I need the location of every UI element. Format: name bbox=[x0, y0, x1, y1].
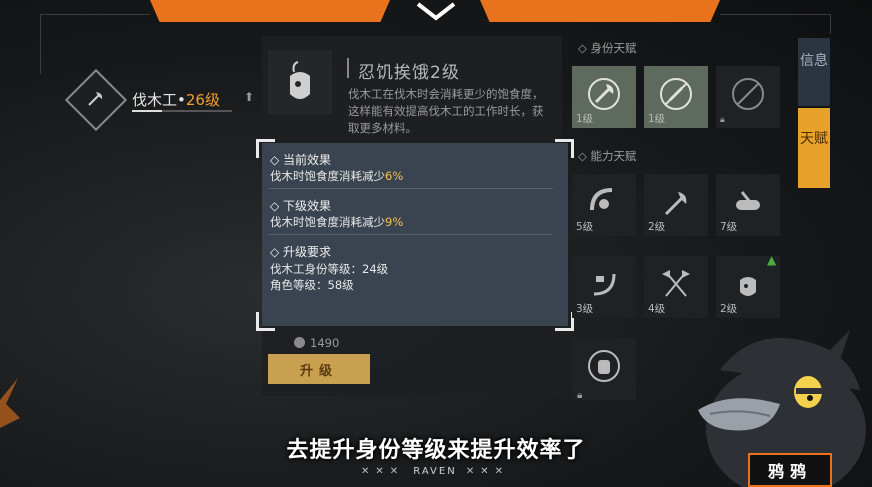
ability-talent-4[interactable]: 3级 bbox=[572, 256, 636, 318]
crossed-axes-icon bbox=[662, 270, 690, 297]
divider bbox=[268, 188, 553, 189]
locked-talent-icon bbox=[732, 78, 764, 110]
talent-level: 2级 bbox=[720, 303, 738, 315]
watermark-text: RAVEN bbox=[413, 466, 457, 477]
lock-icon: 🔒︎ bbox=[577, 390, 583, 401]
talent-level: 3级 bbox=[576, 303, 594, 315]
character-level: 26级 bbox=[185, 91, 220, 109]
skill-icon bbox=[268, 50, 332, 114]
fist-icon bbox=[588, 350, 620, 382]
next-effect-text: 伐木时饱食度消耗减少9% bbox=[270, 214, 403, 230]
character-name: 伐木工 bbox=[132, 91, 178, 109]
frame-line bbox=[720, 14, 830, 15]
focus-corner bbox=[555, 139, 574, 158]
ability-talents-label: ◇ 能力天赋 bbox=[578, 149, 637, 163]
arrow-up-icon: ⬆ bbox=[244, 90, 255, 104]
axe-restrict-icon bbox=[660, 78, 692, 110]
level-progress-bar bbox=[132, 110, 232, 112]
next-effect-header: ◇ 下级效果 bbox=[270, 199, 332, 213]
hunger-icon bbox=[290, 61, 310, 99]
hunger-icon bbox=[740, 277, 756, 296]
swing-icon bbox=[590, 188, 613, 211]
skill-title: 忍饥挨饿2级 bbox=[358, 63, 460, 83]
current-effect-value: 6% bbox=[385, 169, 404, 183]
focus-corner bbox=[256, 312, 275, 331]
axe-icon bbox=[588, 78, 620, 110]
ability-talent-3[interactable]: 7级 bbox=[716, 174, 780, 236]
frame-line bbox=[40, 14, 150, 15]
cost-value: 1490 bbox=[310, 336, 340, 350]
current-effect-header: ◇ 当前效果 bbox=[270, 153, 332, 167]
current-effect-label: 伐木时饱食度消耗减少 bbox=[270, 169, 385, 183]
lock-icon: 🔒︎ bbox=[720, 115, 725, 125]
frame-line bbox=[40, 14, 41, 74]
current-effect-text: 伐木时饱食度消耗减少6% bbox=[270, 168, 403, 184]
next-effect-label: 伐木时饱食度消耗减少 bbox=[270, 215, 385, 229]
divider bbox=[268, 234, 553, 235]
upgrade-requirements-header: ◇ 升级要求 bbox=[270, 245, 332, 259]
talent-level: 1级 bbox=[576, 113, 594, 125]
identity-talent-2[interactable]: 1级 bbox=[644, 66, 708, 128]
axe-icon bbox=[84, 88, 106, 110]
character-separator: • bbox=[177, 91, 186, 109]
talent-level: 4级 bbox=[648, 303, 666, 315]
character-title: 伐木工•26级 bbox=[132, 89, 220, 110]
talent-level: 1级 bbox=[648, 113, 666, 125]
upgrade-cost: 1490 bbox=[294, 336, 339, 350]
chevron-down-icon bbox=[416, 2, 456, 21]
watermark: ✕✕✕ RAVEN ✕✕✕ bbox=[360, 466, 510, 477]
identity-talent-1[interactable]: 1级 bbox=[572, 66, 636, 128]
chop-icon bbox=[664, 192, 687, 216]
mascot-name-label: 鸦鸦 bbox=[748, 453, 832, 487]
talent-level: 2级 bbox=[648, 221, 666, 233]
log-icon bbox=[736, 191, 760, 210]
top-accent-bar-right bbox=[480, 0, 720, 22]
tab-info[interactable]: 信息 bbox=[798, 38, 830, 106]
next-effect-value: 9% bbox=[385, 215, 404, 229]
requirement-character-level: 角色等级：58级 bbox=[270, 278, 354, 292]
ability-talent-5[interactable]: 4级 bbox=[644, 256, 708, 318]
requirement-identity-level: 伐木工身份等级：24级 bbox=[270, 262, 389, 276]
title-bar bbox=[347, 58, 349, 78]
upgrade-available-icon: ▲ bbox=[767, 253, 777, 267]
talent-level: 7级 bbox=[720, 221, 738, 233]
skill-description: 伐木工在伐木时会消耗更少的饱食度，这样能有效提高伐木工的工作时长，获取更多材料。 bbox=[348, 87, 544, 135]
identity-talent-3[interactable]: 🔒︎ bbox=[716, 66, 780, 128]
ability-talent-2[interactable]: 2级 bbox=[644, 174, 708, 236]
ability-talent-1[interactable]: 5级 bbox=[572, 174, 636, 236]
talent-level: 5级 bbox=[576, 221, 594, 233]
identity-talents-label: ◇ 身份天赋 bbox=[578, 41, 637, 55]
upgrade-button[interactable]: 升级 bbox=[268, 354, 370, 384]
coin-icon bbox=[294, 337, 305, 348]
top-accent-bar-left bbox=[150, 0, 390, 22]
ember-decoration bbox=[0, 378, 20, 428]
frame-line bbox=[830, 14, 831, 34]
hammer-swing-icon bbox=[593, 273, 616, 296]
tab-talent[interactable]: 天赋 bbox=[798, 108, 830, 188]
